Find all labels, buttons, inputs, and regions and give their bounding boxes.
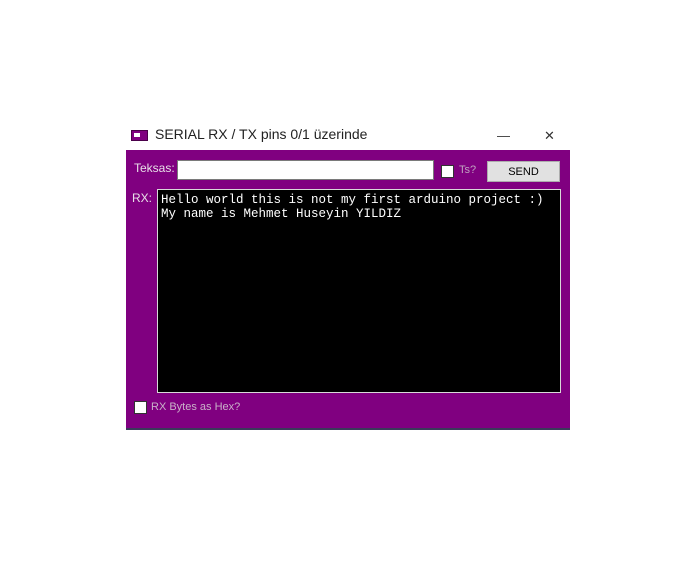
send-button[interactable]: SEND [487, 161, 560, 182]
timestamp-label: Ts? [459, 164, 477, 176]
rx-line: My name is Mehmet Huseyin YILDIZ [161, 207, 402, 221]
minimize-button[interactable]: — [497, 128, 510, 143]
rx-line: Hello world this is not my first arduino… [161, 193, 544, 207]
rx-label: RX: [132, 191, 153, 205]
timestamp-checkbox[interactable] [441, 165, 454, 178]
window-title: SERIAL RX / TX pins 0/1 üzerinde [155, 126, 368, 142]
title-bar-clip: SERIAL RX / TX pins 0/1 üzerinde — ✕ [126, 126, 570, 143]
window-bottom-border [126, 428, 570, 430]
hex-label: RX Bytes as Hex? [151, 401, 241, 413]
hex-checkbox[interactable] [134, 401, 147, 414]
close-button[interactable]: ✕ [544, 128, 555, 143]
tx-input[interactable] [177, 160, 434, 180]
window-body: Teksas: Ts? SEND RX: Hello world this is… [126, 150, 570, 428]
app-icon [131, 130, 148, 141]
title-bar: SERIAL RX / TX pins 0/1 üzerinde — ✕ [126, 126, 570, 150]
tx-label: Teksas: [134, 161, 175, 175]
rx-output[interactable]: Hello world this is not my first arduino… [157, 189, 561, 393]
